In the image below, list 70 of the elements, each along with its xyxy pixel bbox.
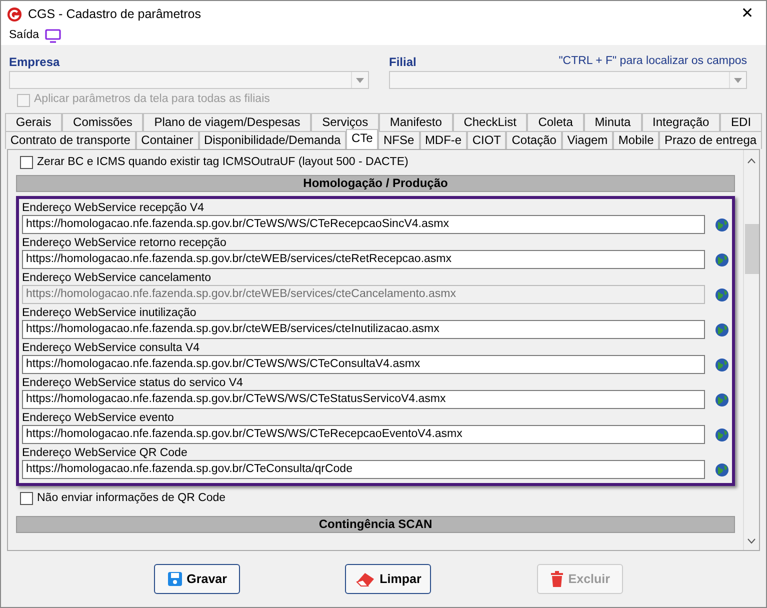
globe-icon[interactable] xyxy=(715,218,729,232)
tab[interactable]: Container xyxy=(136,131,199,149)
tab[interactable]: NFSe xyxy=(378,131,420,149)
hint-text: "CTRL + F" para localizar os campos xyxy=(558,54,747,69)
menu-item[interactable]: Saída xyxy=(9,27,40,45)
globe-icon[interactable] xyxy=(715,358,729,372)
dropdown-arrow-icon xyxy=(734,78,742,82)
scroll-up-icon[interactable] xyxy=(747,158,756,164)
tab[interactable]: Viagem xyxy=(562,131,614,149)
tab[interactable]: CTe xyxy=(346,129,378,149)
tab[interactable]: MDF-e xyxy=(420,131,467,149)
field-label: Endereço WebService consulta V4 xyxy=(22,341,200,356)
scroll-thumb[interactable] xyxy=(744,224,758,274)
scroll-down-icon[interactable] xyxy=(747,538,756,544)
tab[interactable]: Disponibilidade/Demanda xyxy=(198,131,346,149)
clear-button[interactable]: Limpar xyxy=(345,564,432,594)
globe-icon[interactable] xyxy=(715,428,729,442)
tab[interactable]: CheckList xyxy=(452,113,528,131)
url-field[interactable]: https://homologacao.nfe.fazenda.sp.gov.br/CTeWS/WS/CTeRecepcaoSincV4.asmx xyxy=(22,215,705,234)
tab[interactable]: CIOT xyxy=(466,131,506,149)
save-button[interactable]: Gravar xyxy=(154,564,240,594)
window-title: CGS - Cadastro de parâmetros xyxy=(28,6,201,23)
tab[interactable]: Minuta xyxy=(584,113,642,131)
trash-icon xyxy=(550,571,564,587)
field-label: Filial xyxy=(389,54,416,71)
field-label: Endereço WebService retorno recepção xyxy=(22,236,228,250)
scrollbar[interactable] xyxy=(743,150,759,550)
checkbox-label: Aplicar parâmetros da tela para todas as filiais xyxy=(34,92,270,108)
tab[interactable]: Manifesto xyxy=(379,113,453,131)
globe-icon[interactable] xyxy=(715,392,729,407)
url-field[interactable]: https://homologacao.nfe.fazenda.sp.gov.br/CTeWS/WS/CTeRecepcaoEventoV4.asmx xyxy=(22,425,705,444)
tab[interactable]: Gerais xyxy=(5,113,62,131)
tab[interactable]: Plano de viagem/Despesas xyxy=(143,113,312,131)
field-label: Endereço WebService evento xyxy=(22,411,175,426)
tab[interactable]: Mobile xyxy=(613,131,660,149)
tab[interactable]: Serviços xyxy=(311,113,379,131)
tab[interactable]: Comissões xyxy=(62,113,144,131)
globe-icon[interactable] xyxy=(715,288,729,302)
tab[interactable]: Cotação xyxy=(506,131,562,149)
url-field[interactable]: https://homologacao.nfe.fazenda.sp.gov.br/CTeConsulta/qrCode xyxy=(22,460,705,480)
field-label: Endereço WebService status do servico V4 xyxy=(22,376,244,390)
field-label: Endereço WebService QR Code xyxy=(22,446,188,460)
tab[interactable]: EDI xyxy=(720,113,762,131)
tab[interactable]: Integração xyxy=(642,113,720,131)
url-field[interactable]: https://homologacao.nfe.fazenda.sp.gov.br/CTeWS/WS/CTeConsultaV4.asmx xyxy=(22,355,705,374)
globe-icon[interactable] xyxy=(715,322,729,337)
close-button[interactable]: ✕ xyxy=(735,2,760,26)
section-header: Homologação / Produção xyxy=(16,175,735,192)
checkbox-label: Não enviar informações de QR Code xyxy=(37,491,226,506)
checkbox[interactable] xyxy=(20,156,33,170)
url-field[interactable]: https://homologacao.nfe.fazenda.sp.gov.br/CTeWS/WS/CTeStatusServicoV4.asmx xyxy=(22,390,705,410)
tab[interactable]: Contrato de transporte xyxy=(5,131,136,149)
globe-icon[interactable] xyxy=(715,462,729,477)
field-label: Endereço WebService recepção V4 xyxy=(22,201,205,216)
field-label: Endereço WebService cancelamento xyxy=(22,271,212,286)
section-header: Contingência SCAN xyxy=(16,516,735,532)
field-label: Endereço WebService inutilização xyxy=(22,306,198,320)
tab[interactable]: Coleta xyxy=(527,113,584,131)
eraser-icon xyxy=(356,571,376,587)
field-label: Empresa xyxy=(9,54,61,71)
globe-icon[interactable] xyxy=(715,252,729,267)
monitor-icon[interactable] xyxy=(45,29,62,43)
checkbox-label: Zerar BC e ICMS quando existir tag ICMSOutraUF (layout 500 - DACTE) xyxy=(37,155,408,170)
url-field: https://homologacao.nfe.fazenda.sp.gov.br/cteWEB/services/cteCancelamento.asmx xyxy=(22,285,705,304)
checkbox[interactable] xyxy=(20,492,33,506)
tab[interactable]: Prazo de entrega xyxy=(659,131,762,149)
dropdown-arrow-icon xyxy=(356,78,364,82)
url-field[interactable]: https://homologacao.nfe.fazenda.sp.gov.br/cteWEB/services/cteInutilizacao.asmx xyxy=(22,320,705,340)
app-logo-icon xyxy=(7,6,22,22)
url-field[interactable]: https://homologacao.nfe.fazenda.sp.gov.br/cteWEB/services/cteRetRecepcao.asmx xyxy=(22,250,705,270)
